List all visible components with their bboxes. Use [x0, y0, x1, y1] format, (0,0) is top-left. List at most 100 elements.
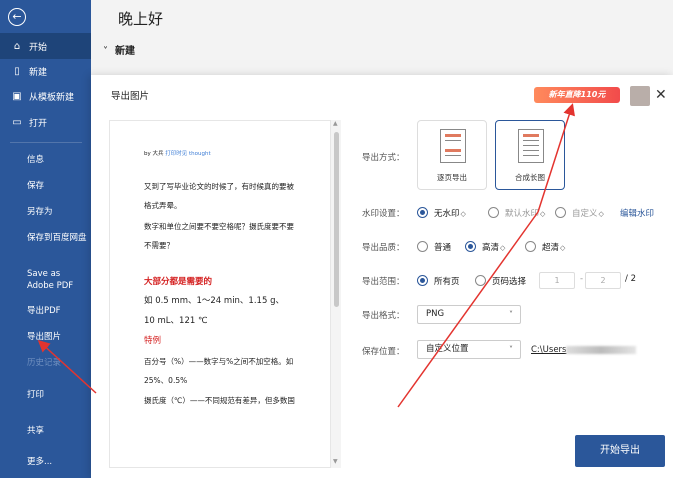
sidebar-item-history: 历史记录 — [27, 358, 62, 368]
template-icon: ▣ — [12, 90, 22, 102]
sidebar-item-save[interactable]: 保存 — [27, 180, 44, 192]
save-location-label: 保存位置： — [362, 347, 405, 357]
sidebar-item-share[interactable]: 共享 — [27, 425, 44, 437]
sidebar-item-home[interactable]: ⌂ 开始 — [0, 33, 91, 59]
section-new-label: 新建 — [115, 46, 135, 57]
export-mode-label: 逐页导出 — [437, 173, 467, 182]
preview-line: 又到了写毕业论文的时候了，有时候真的要被 — [144, 182, 294, 191]
sidebar-item-info[interactable]: 信息 — [27, 154, 44, 166]
sidebar-item-save-as[interactable]: 另存为 — [27, 206, 53, 218]
preview-author-name: by 大兵 — [144, 151, 164, 157]
promo-badge[interactable]: 新年直降110元 — [534, 87, 620, 103]
quality-uhd-option[interactable]: 超清◇ — [542, 241, 565, 253]
preview-heading: 大部分都是需要的 — [144, 277, 213, 287]
sidebar-item-label: 新建 — [29, 67, 48, 78]
sidebar-item-save-adobe-pdf[interactable]: Save as Adobe PDF — [27, 268, 87, 292]
sidebar-item-label: 开始 — [29, 42, 48, 53]
sidebar-item-export-pdf[interactable]: 导出PDF — [27, 305, 61, 317]
section-new-header[interactable]: ˅ 新建 — [103, 42, 135, 57]
save-path-link[interactable]: C:\Users — [531, 345, 637, 355]
range-all-radio[interactable] — [417, 275, 428, 286]
diamond-icon: ◇ — [500, 244, 506, 252]
close-icon[interactable]: ✕ — [655, 87, 667, 103]
watermark-default-radio[interactable] — [488, 207, 499, 218]
range-select-radio[interactable] — [475, 275, 486, 286]
export-mode-label: 导出方式： — [362, 153, 405, 163]
watermark-custom-radio[interactable] — [555, 207, 566, 218]
preview-line: 25%、0.5% — [144, 376, 188, 385]
preview-line: 如 0.5 mm、1～24 min、1.15 g、 — [144, 296, 284, 306]
preview-author: by 大兵 打印时见 thought — [144, 149, 211, 160]
preview-line: 百分号（%）——数字与%之间不加空格。如 — [144, 357, 294, 366]
diamond-icon: ◇ — [540, 210, 546, 218]
export-mode-per-page[interactable]: 逐页导出 — [417, 120, 487, 190]
sidebar-item-print[interactable]: 打印 — [27, 389, 44, 401]
range-dash: - — [580, 274, 584, 284]
quality-normal-option[interactable]: 普通 — [434, 241, 451, 253]
diamond-icon: ◇ — [460, 210, 466, 218]
scroll-down-icon[interactable]: ▼ — [333, 458, 338, 465]
chevron-down-icon: ˅ — [509, 345, 513, 354]
sidebar-item-new[interactable]: ▯ 新建 — [0, 58, 91, 84]
range-total: / 2 — [625, 274, 636, 284]
watermark-default-option[interactable]: 默认水印◇ — [505, 207, 545, 219]
path-redaction — [566, 345, 637, 354]
save-path-text: C:\Users — [531, 345, 567, 355]
export-mode-label: 合成长图 — [515, 173, 545, 182]
watermark-none-option[interactable]: 无水印◇ — [434, 207, 466, 219]
preview-line: 不需要？ — [144, 241, 174, 250]
scroll-up-icon[interactable]: ▲ — [333, 120, 338, 127]
folder-open-icon: ▭ — [12, 116, 22, 128]
save-location-select[interactable]: 自定义位置 ˅ — [417, 340, 521, 359]
export-image-dialog: 导出图片 新年直降110元 ✕ by 大兵 打印时见 thought 又到了写毕… — [91, 75, 673, 478]
sidebar-item-save-baidu[interactable]: 保存到百度网盘 — [27, 232, 87, 244]
greeting-title: 晚上好 — [118, 10, 164, 28]
range-to-input[interactable]: 2 — [585, 272, 621, 289]
back-arrow-icon[interactable]: ← — [8, 8, 26, 26]
sidebar-item-open[interactable]: ▭ 打开 — [0, 109, 91, 135]
edit-watermark-link[interactable]: 编辑水印 — [620, 207, 654, 219]
preview-line: 摄氏度（℃）——不同规范有差异，但多数国 — [144, 396, 295, 405]
preview-scrollbar[interactable] — [334, 132, 339, 307]
preview-subheading: 特例 — [144, 336, 162, 346]
sidebar-item-label: 从模板新建 — [29, 92, 75, 103]
diamond-icon: ◇ — [560, 244, 566, 252]
watermark-none-radio[interactable] — [417, 207, 428, 218]
quality-hd-option[interactable]: 高清◇ — [482, 241, 505, 253]
sidebar-divider — [10, 142, 82, 143]
quality-label: 导出品质： — [362, 243, 405, 253]
range-select-option[interactable]: 页码选择 — [492, 275, 526, 287]
dialog-title: 导出图片 — [111, 91, 150, 102]
preview-line: 数字和单位之间要不要空格呢？摄氏度要不要 — [144, 222, 294, 231]
sidebar-item-more[interactable]: 更多... — [27, 456, 52, 468]
new-doc-icon: ▯ — [14, 65, 20, 77]
start-export-button[interactable]: 开始导出 — [575, 435, 665, 467]
watermark-custom-option[interactable]: 自定义◇ — [572, 207, 604, 219]
backstage-sidebar: ← ⌂ 开始 ▯ 新建 ▣ 从模板新建 ▭ 打开 信息 保存 另存为 保存到百度… — [0, 0, 91, 478]
quality-hd-radio[interactable] — [465, 241, 476, 252]
format-value: PNG — [426, 309, 445, 319]
preview-pane: by 大兵 打印时见 thought 又到了写毕业论文的时候了，有时候真的要被 … — [109, 120, 341, 468]
export-mode-long-image[interactable]: 合成长图 — [495, 120, 565, 190]
long-image-icon — [518, 129, 544, 163]
chevron-down-icon: ˅ — [509, 310, 513, 319]
sidebar-item-label: 打开 — [29, 118, 48, 129]
quality-uhd-radio[interactable] — [525, 241, 536, 252]
preview-line: 10 mL、121 ℃ — [144, 316, 208, 326]
avatar[interactable] — [630, 86, 650, 106]
range-all-option[interactable]: 所有页 — [434, 275, 460, 287]
save-location-value: 自定义位置 — [426, 344, 469, 354]
range-label: 导出范围： — [362, 277, 405, 287]
diamond-icon: ◇ — [598, 210, 604, 218]
format-select[interactable]: PNG ˅ — [417, 305, 521, 324]
per-page-icon — [440, 129, 466, 163]
sidebar-item-new-from-template[interactable]: ▣ 从模板新建 — [0, 83, 91, 109]
preview-page: by 大兵 打印时见 thought 又到了写毕业论文的时候了，有时候真的要被 … — [109, 120, 331, 468]
quality-normal-radio[interactable] — [417, 241, 428, 252]
range-from-input[interactable]: 1 — [539, 272, 575, 289]
sidebar-item-export-image[interactable]: 导出图片 — [27, 331, 61, 343]
home-icon: ⌂ — [13, 40, 21, 52]
watermark-label: 水印设置： — [362, 209, 405, 219]
preview-author-link: 打印时见 thought — [165, 151, 211, 157]
format-label: 导出格式： — [362, 311, 405, 321]
